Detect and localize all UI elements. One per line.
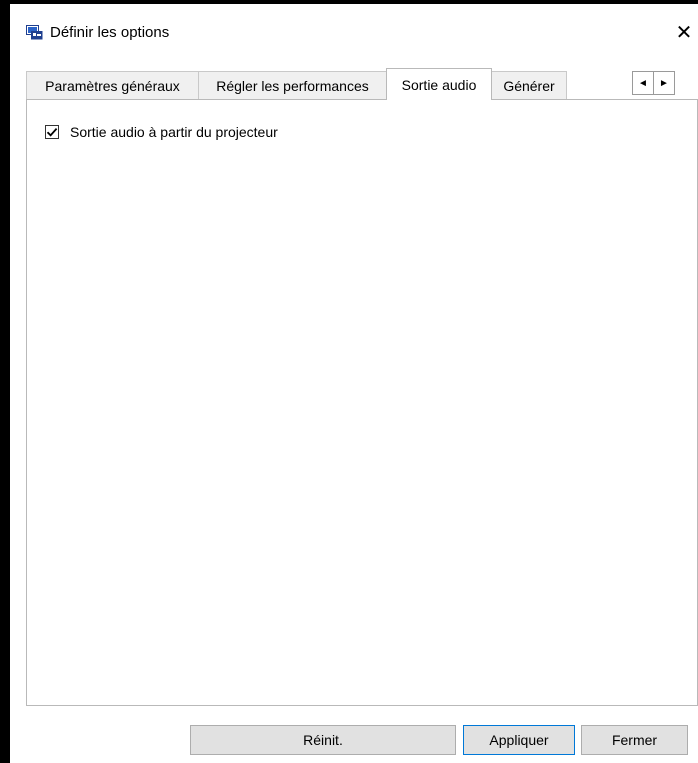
checkmark-icon: [46, 127, 58, 137]
arrow-left-icon: ◄: [638, 77, 648, 89]
dialog-title: Définir les options: [50, 24, 170, 41]
tab-regler-performances[interactable]: Régler les performances: [198, 71, 387, 99]
close-icon: ✕: [675, 21, 693, 44]
apply-button-label: Appliquer: [489, 732, 549, 748]
tab-scroll-left-button[interactable]: ◄: [632, 71, 654, 95]
tab-panel-sortie-audio: Sortie audio à partir du projecteur: [26, 99, 698, 706]
close-window-button[interactable]: ✕: [670, 14, 698, 50]
tab-sortie-audio[interactable]: Sortie audio: [386, 68, 492, 100]
tab-parametres-generaux[interactable]: Paramètres généraux: [26, 71, 199, 99]
audio-output-option[interactable]: Sortie audio à partir du projecteur: [45, 123, 278, 141]
tab-label: Générer: [503, 77, 555, 94]
tab-label: Régler les performances: [216, 77, 369, 94]
close-button-label: Fermer: [611, 732, 658, 748]
tab-generer[interactable]: Générer: [491, 71, 567, 99]
options-dialog: Définir les options ✕ Paramètres générau…: [0, 0, 698, 763]
title-bar: Définir les options ✕: [10, 4, 698, 56]
tab-scroll-right-button[interactable]: ►: [653, 71, 675, 95]
tab-label: Paramètres généraux: [45, 77, 180, 94]
audio-output-label: Sortie audio à partir du projecteur: [70, 124, 278, 140]
apply-button[interactable]: Appliquer: [463, 725, 575, 755]
reset-button-label: Réinit.: [303, 732, 343, 748]
reset-button[interactable]: Réinit.: [190, 725, 456, 755]
projector-options-icon: [26, 25, 43, 40]
audio-output-checkbox[interactable]: [45, 125, 59, 139]
arrow-right-icon: ►: [659, 77, 669, 89]
tab-strip: Paramètres généraux Régler les performan…: [26, 68, 698, 100]
close-button[interactable]: Fermer: [581, 725, 688, 755]
tab-label: Sortie audio: [401, 76, 477, 93]
